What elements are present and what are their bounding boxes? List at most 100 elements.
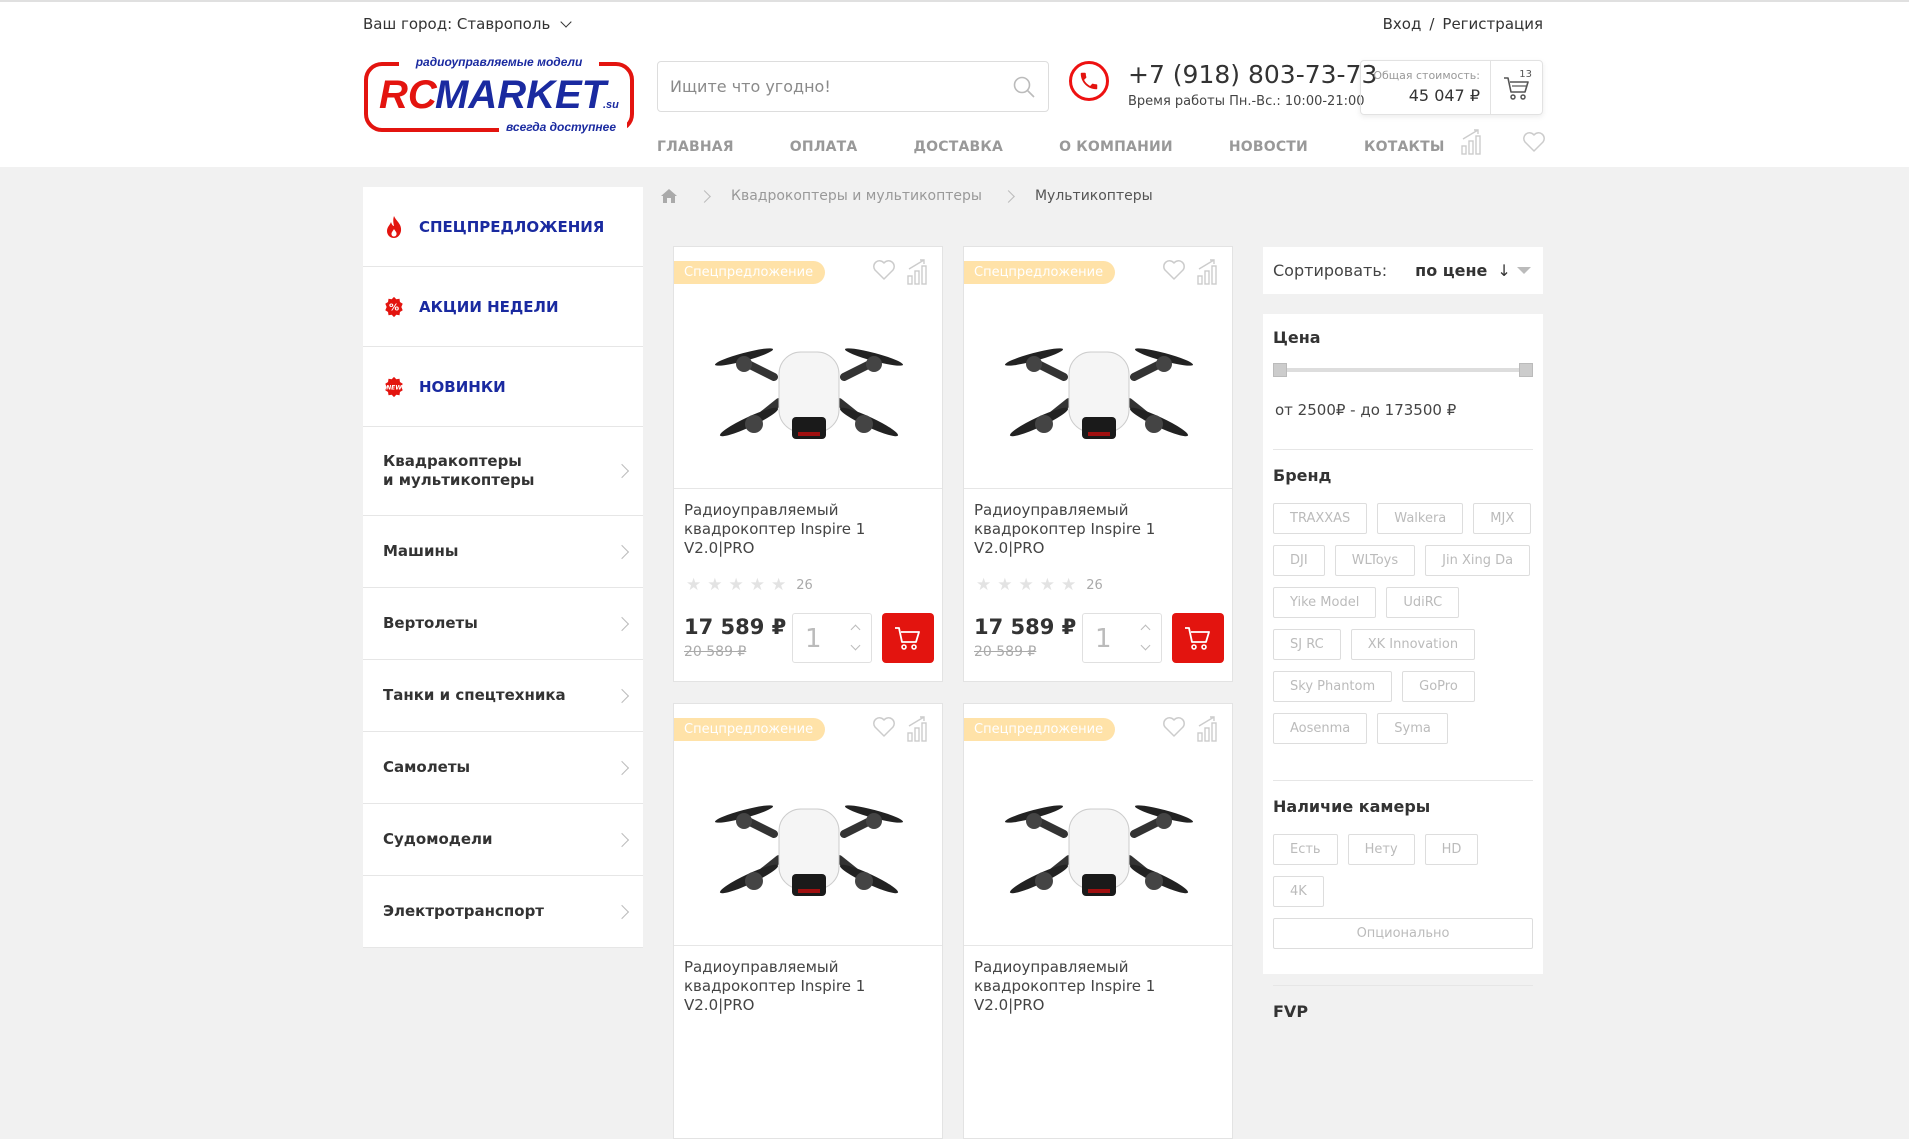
home-icon[interactable]: [660, 188, 678, 204]
logo-domain: .su: [603, 99, 619, 111]
search-icon[interactable]: [1012, 75, 1036, 99]
brand-tag[interactable]: Syma: [1377, 713, 1448, 744]
compare-icon[interactable]: [1196, 259, 1222, 285]
sidebar-item-planes[interactable]: Самолеты: [363, 732, 643, 804]
heart-icon[interactable]: [1522, 131, 1546, 153]
quantity-value[interactable]: 1: [1095, 624, 1112, 654]
city-selector[interactable]: Ваш город: Ставрополь: [363, 15, 572, 33]
heart-icon[interactable]: [872, 259, 896, 281]
increment-icon[interactable]: [850, 624, 861, 635]
drone-image: [1005, 348, 1193, 439]
register-link[interactable]: Регистрация: [1442, 15, 1543, 33]
heart-icon[interactable]: [1162, 716, 1186, 738]
login-link[interactable]: Вход: [1383, 15, 1422, 33]
product-image[interactable]: [964, 287, 1234, 487]
sidebar-item-special-offers[interactable]: СПЕЦПРЕДЛОЖЕНИЯ: [363, 187, 643, 267]
rating-stars: ★ ★ ★ ★ ★ 26: [686, 575, 813, 595]
nav-contacts[interactable]: КОТАКТЫ: [1364, 139, 1445, 155]
product-price: 17 589 ₽: [684, 615, 787, 639]
quantity-value[interactable]: 1: [805, 624, 822, 654]
product-image[interactable]: [674, 744, 944, 944]
add-to-cart-button[interactable]: [882, 613, 934, 663]
review-count: 26: [796, 577, 813, 593]
brand-tag[interactable]: SJ RC: [1273, 629, 1341, 660]
sidebar-item-helicopters[interactable]: Вертолеты: [363, 588, 643, 660]
compare-icon[interactable]: [1460, 129, 1486, 155]
star-icon: ★: [1039, 575, 1055, 595]
sidebar-item-new-arrivals[interactable]: NEW НОВИНКИ: [363, 347, 643, 427]
brand-tag[interactable]: Jin Xing Da: [1425, 545, 1531, 576]
product-title[interactable]: Радиоуправляемый квадрокоптер Inspire 1 …: [974, 501, 1194, 558]
heart-icon[interactable]: [872, 716, 896, 738]
product-image[interactable]: [964, 744, 1234, 944]
chevron-right-icon: [614, 463, 630, 479]
quantity-stepper[interactable]: 1: [1082, 613, 1162, 663]
camera-tag-optional[interactable]: Опционально: [1273, 918, 1533, 949]
brand-tag[interactable]: TRAXXAS: [1273, 503, 1368, 534]
sidebar-item-weekly-deals[interactable]: % АКЦИИ НЕДЕЛИ: [363, 267, 643, 347]
brand-tag[interactable]: DJI: [1273, 545, 1325, 576]
product-card[interactable]: Спецпредложение Радиоуправляемый квадрок…: [673, 703, 943, 1139]
sidebar-item-cars[interactable]: Машины: [363, 516, 643, 588]
nav-delivery[interactable]: ДОСТАВКА: [913, 139, 1003, 155]
camera-tag[interactable]: Есть: [1273, 834, 1338, 865]
product-card[interactable]: Спецпредложение Радиоуправляемый квадрок…: [963, 246, 1233, 682]
sidebar-item-boats[interactable]: Судомодели: [363, 804, 643, 876]
drone-image: [715, 348, 903, 439]
nav-news[interactable]: НОВОСТИ: [1229, 139, 1308, 155]
star-icon: ★: [749, 575, 765, 595]
sort-control[interactable]: Сортировать: по цене ↓: [1263, 247, 1543, 294]
camera-tag[interactable]: Нету: [1347, 834, 1415, 865]
star-icon: ★: [976, 575, 992, 595]
slider-min-handle[interactable]: [1273, 363, 1287, 377]
price-slider[interactable]: [1273, 363, 1533, 377]
product-title[interactable]: Радиоуправляемый квадрокоптер Inspire 1 …: [684, 958, 904, 1015]
product-title[interactable]: Радиоуправляемый квадрокоптер Inspire 1 …: [684, 501, 904, 558]
cart-widget[interactable]: Общая стоимость: 45 047 ₽ 13: [1360, 60, 1543, 115]
decrement-icon[interactable]: [1140, 640, 1151, 651]
compare-icon[interactable]: [906, 259, 932, 285]
site-logo[interactable]: радиоуправляемые модели RC MARKET .su вс…: [363, 54, 635, 136]
sidebar-item-label: НОВИНКИ: [419, 377, 506, 396]
product-card[interactable]: Спецпредложение Радиоуправляемый квадрок…: [673, 246, 943, 682]
brand-tag[interactable]: WLToys: [1334, 545, 1416, 576]
brand-tag[interactable]: Walkera: [1377, 503, 1464, 534]
brand-tag[interactable]: Sky Phantom: [1273, 671, 1393, 702]
brand-tag[interactable]: XK Innovation: [1350, 629, 1476, 660]
nav-about[interactable]: О КОМПАНИИ: [1059, 139, 1173, 155]
product-title[interactable]: Радиоуправляемый квадрокоптер Inspire 1 …: [974, 958, 1194, 1015]
dropdown-caret-icon[interactable]: [1517, 267, 1531, 274]
add-to-cart-button[interactable]: [1172, 613, 1224, 663]
compare-icon[interactable]: [1196, 716, 1222, 742]
brand-tag[interactable]: Yike Model: [1273, 587, 1377, 618]
sidebar-item-quadcopters[interactable]: Квадракоптеры и мультикоптеры: [363, 427, 643, 516]
increment-icon[interactable]: [1140, 624, 1151, 635]
decrement-icon[interactable]: [850, 640, 861, 651]
breadcrumb-quadcopters[interactable]: Квадрокоптеры и мультикоптеры: [731, 188, 982, 204]
sort-direction-icon[interactable]: ↓: [1497, 261, 1510, 280]
product-card[interactable]: Спецпредложение Радиоуправляемый квадрок…: [963, 703, 1233, 1139]
sidebar-item-tanks[interactable]: Танки и спецтехника: [363, 660, 643, 732]
sidebar-item-electric-transport[interactable]: Электротранспорт: [363, 876, 643, 948]
camera-tag[interactable]: 4K: [1273, 876, 1324, 907]
nav-home[interactable]: ГЛАВНАЯ: [657, 139, 734, 155]
phone-number[interactable]: +7 (918) 803-73-73: [1128, 60, 1377, 89]
sidebar-item-label: Судомодели: [383, 830, 493, 848]
cart-button[interactable]: 13: [1490, 61, 1542, 114]
quantity-stepper[interactable]: 1: [792, 613, 872, 663]
search-input[interactable]: [670, 77, 1012, 96]
main-nav: ГЛАВНАЯ ОПЛАТА ДОСТАВКА О КОМПАНИИ НОВОС…: [657, 139, 1501, 155]
logo-tagline: всегда доступнее: [506, 120, 616, 134]
compare-icon[interactable]: [906, 716, 932, 742]
heart-icon[interactable]: [1162, 259, 1186, 281]
sort-value[interactable]: по цене: [1415, 261, 1487, 280]
camera-tag[interactable]: HD: [1424, 834, 1479, 865]
slider-max-handle[interactable]: [1519, 363, 1533, 377]
brand-tag[interactable]: GoPro: [1402, 671, 1475, 702]
product-image[interactable]: [674, 287, 944, 487]
nav-payment[interactable]: ОПЛАТА: [790, 139, 858, 155]
new-badge-text: NEW: [386, 384, 402, 391]
brand-tag[interactable]: MJX: [1473, 503, 1532, 534]
brand-tag[interactable]: Aosenma: [1273, 713, 1368, 744]
brand-tag[interactable]: UdiRC: [1386, 587, 1460, 618]
